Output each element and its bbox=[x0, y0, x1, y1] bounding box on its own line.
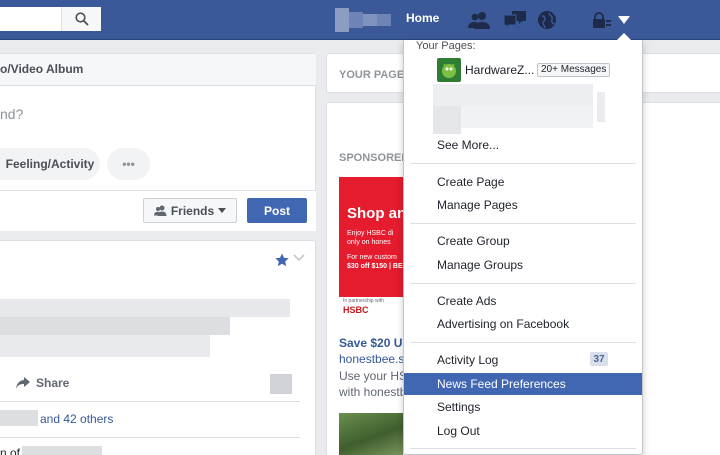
menu-item-create-page[interactable]: Create Page bbox=[404, 171, 642, 193]
activity-log-label: Activity Log bbox=[437, 353, 499, 367]
create-ads-label: Create Ads bbox=[437, 294, 497, 308]
search-input[interactable] bbox=[0, 7, 101, 31]
likes-summary-link[interactable]: and 42 others bbox=[40, 412, 113, 426]
notifications-globe-icon[interactable] bbox=[535, 8, 559, 32]
messages-badge: 20+ Messages bbox=[537, 63, 611, 77]
your-pages-header: Your Pages: bbox=[416, 40, 476, 52]
menu-divider bbox=[410, 163, 636, 164]
blurred-content bbox=[22, 446, 102, 455]
menu-item-news-feed-preferences[interactable]: News Feed Preferences bbox=[404, 373, 642, 395]
search-icon bbox=[74, 12, 89, 26]
composer-prompt[interactable]: nd? bbox=[0, 106, 23, 122]
top-navigation-bar: Home bbox=[0, 0, 720, 40]
account-menu-chevron-icon[interactable] bbox=[612, 8, 636, 32]
story-action-bar: Share bbox=[0, 372, 316, 396]
story-options-chevron-icon[interactable] bbox=[293, 253, 305, 263]
account-dropdown-menu: Your Pages: HardwareZ... 20+ Messages Se… bbox=[403, 40, 643, 455]
page-link-hardwarezone[interactable]: HardwareZ... bbox=[465, 63, 534, 77]
feeling-activity-button[interactable]: Feeling/Activity bbox=[0, 148, 100, 180]
menu-item-create-ads[interactable]: Create Ads bbox=[404, 290, 642, 312]
home-link[interactable]: Home bbox=[406, 11, 439, 25]
friend-requests-icon[interactable] bbox=[467, 8, 491, 32]
see-more-pages[interactable]: See More... bbox=[404, 134, 642, 156]
menu-divider bbox=[410, 223, 636, 224]
create-page-label: Create Page bbox=[437, 175, 505, 189]
menu-divider bbox=[410, 342, 636, 343]
menu-divider bbox=[410, 283, 636, 284]
news-feed-preferences-label: News Feed Preferences bbox=[437, 377, 566, 391]
menu-item-create-group[interactable]: Create Group bbox=[404, 230, 642, 252]
menu-caret bbox=[616, 33, 632, 41]
share-button[interactable]: Share bbox=[16, 376, 69, 390]
ad-photo[interactable] bbox=[339, 413, 403, 455]
blurred-pages-list bbox=[433, 84, 605, 134]
advertising-label: Advertising on Facebook bbox=[437, 317, 570, 331]
ad-title-link[interactable]: Save $20 U bbox=[339, 336, 402, 350]
create-group-label: Create Group bbox=[437, 234, 510, 248]
blurred-content bbox=[0, 299, 290, 317]
ad-line: Enjoy HSBC di bbox=[347, 230, 394, 237]
settings-label: Settings bbox=[437, 400, 481, 414]
menu-item-log-out[interactable]: Log Out bbox=[404, 420, 642, 442]
manage-pages-label: Manage Pages bbox=[437, 198, 518, 212]
your-pages-heading: YOUR PAGES bbox=[339, 69, 412, 81]
share-arrow-icon bbox=[16, 377, 30, 389]
ad-url[interactable]: honestbee.s bbox=[339, 352, 404, 366]
more-options-button[interactable]: ••• bbox=[107, 148, 150, 180]
menu-item-advertising[interactable]: Advertising on Facebook bbox=[404, 313, 642, 335]
favorite-star-icon[interactable] bbox=[275, 253, 289, 267]
blurred-avatar bbox=[270, 374, 292, 394]
divider bbox=[0, 401, 300, 402]
search-button[interactable] bbox=[61, 7, 101, 31]
tab-photo-video-album[interactable]: o/Video Album bbox=[0, 62, 83, 76]
see-more-label: See More... bbox=[437, 138, 500, 152]
blurred-names bbox=[0, 410, 38, 426]
ad-partner-text: In partnership with bbox=[343, 298, 384, 304]
profile-avatar-blurred[interactable] bbox=[335, 8, 391, 32]
post-composer: o/Video Album nd? Feeling/Activity ••• F… bbox=[0, 53, 316, 231]
friends-icon bbox=[153, 205, 167, 216]
ad-headline: Shop an bbox=[347, 205, 407, 222]
post-button[interactable]: Post bbox=[247, 198, 307, 223]
menu-item-activity-log[interactable]: Activity Log 37 bbox=[404, 349, 642, 371]
page-thumbnail[interactable] bbox=[437, 58, 461, 82]
blurred-content bbox=[0, 335, 210, 357]
menu-item-manage-groups[interactable]: Manage Groups bbox=[404, 254, 642, 276]
activity-count-badge: 37 bbox=[590, 352, 608, 366]
menu-item-settings[interactable]: Settings bbox=[404, 396, 642, 418]
comment-snippet: n of bbox=[0, 446, 21, 455]
audience-label: Friends bbox=[170, 203, 215, 218]
ad-line: only on hones bbox=[347, 239, 391, 246]
share-label: Share bbox=[36, 376, 70, 390]
messages-icon[interactable] bbox=[503, 8, 527, 32]
privacy-shortcuts-icon[interactable] bbox=[590, 8, 614, 32]
blurred-content bbox=[0, 317, 230, 335]
page-logo-icon bbox=[442, 63, 456, 78]
manage-groups-label: Manage Groups bbox=[437, 258, 524, 272]
log-out-label: Log Out bbox=[437, 424, 480, 438]
divider bbox=[0, 437, 300, 438]
hsbc-logo: HSBC bbox=[343, 305, 369, 315]
menu-divider bbox=[410, 448, 636, 449]
composer-footer: Friends Post bbox=[0, 190, 316, 231]
menu-item-manage-pages[interactable]: Manage Pages bbox=[404, 194, 642, 216]
feed-story: Share and 42 others n of bbox=[0, 240, 316, 455]
composer-tab-bar: o/Video Album bbox=[0, 54, 316, 86]
ad-line: For new custom bbox=[347, 254, 397, 261]
dropdown-caret-icon bbox=[218, 208, 227, 213]
ad-line: $30 off $150 | BE bbox=[347, 263, 403, 270]
sponsored-heading: SPONSORED bbox=[339, 152, 410, 164]
audience-selector-button[interactable]: Friends bbox=[143, 198, 237, 223]
